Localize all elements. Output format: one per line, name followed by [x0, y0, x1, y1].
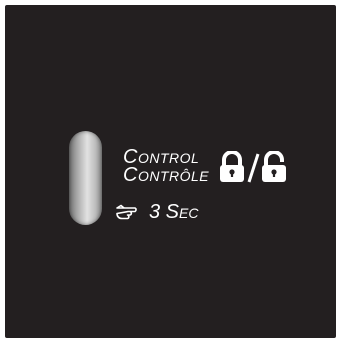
control-panel: Control Contrôle 3 Sec [5, 5, 336, 338]
lock-icon [220, 151, 244, 182]
control-lock-button[interactable] [69, 131, 102, 225]
pointing-hand-icon [116, 204, 137, 220]
hold-instruction: 3 Sec [115, 201, 198, 223]
hold-duration-label: 3 Sec [149, 201, 199, 223]
slash-divider [247, 153, 260, 183]
control-label-fr: Contrôle [123, 164, 210, 186]
lock-unlock-indicator [218, 151, 290, 185]
unlock-icon [262, 151, 286, 182]
